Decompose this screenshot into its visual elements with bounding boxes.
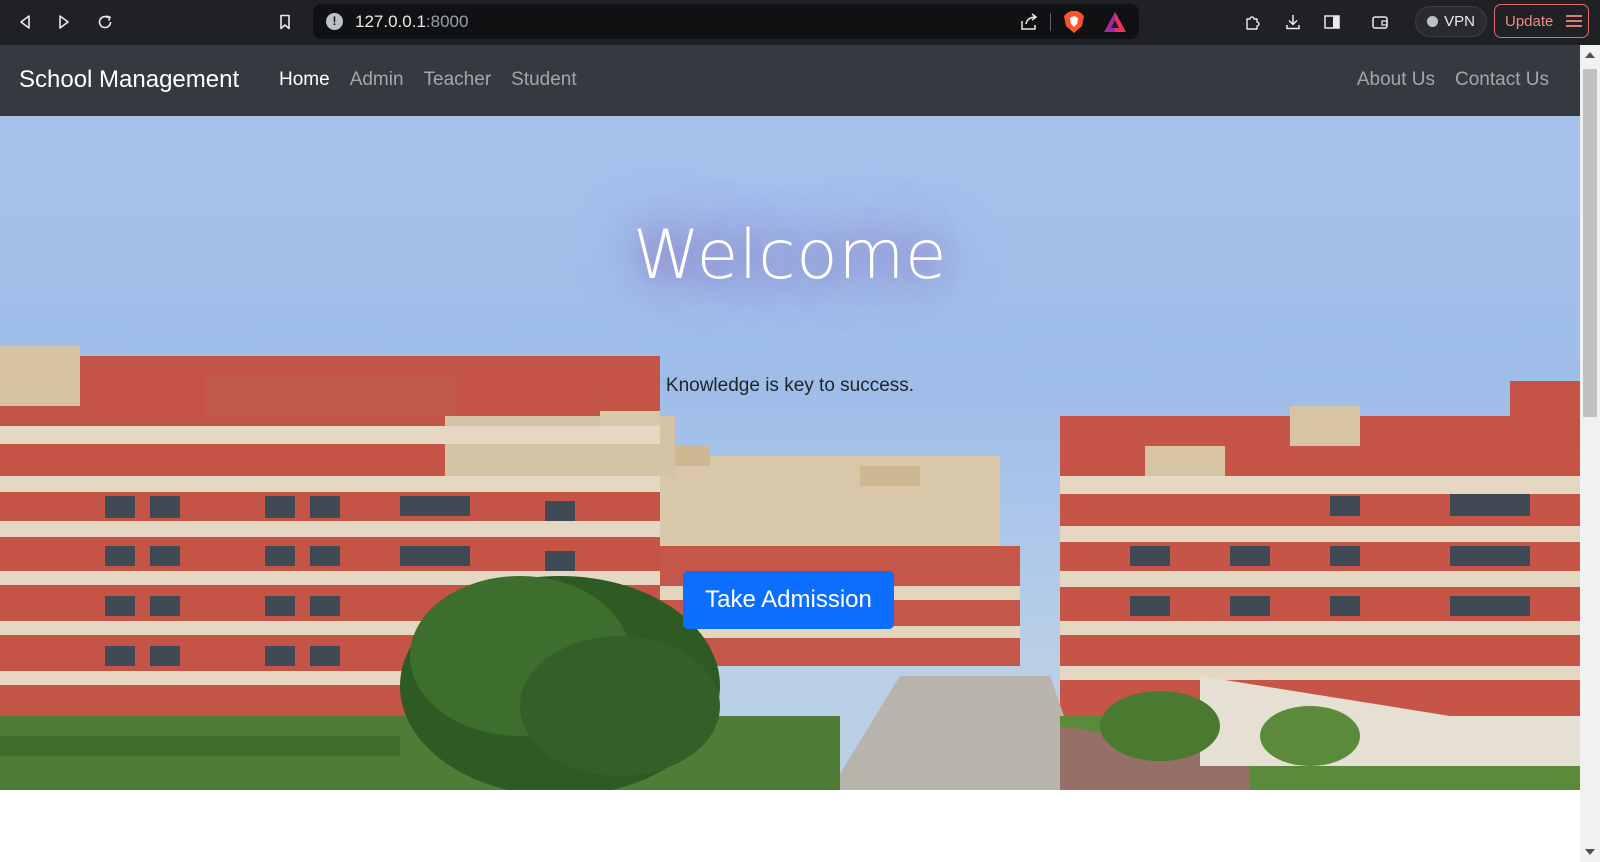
brave-rewards-icon[interactable] [1103, 11, 1127, 38]
nav-link-about-us[interactable]: About Us [1357, 69, 1435, 91]
take-admission-button[interactable]: Take Admission [683, 571, 894, 629]
site-navbar: School Management Home Admin Teacher Stu… [0, 45, 1580, 116]
downloads-icon[interactable] [1280, 9, 1306, 35]
url-text: 127.0.0.1:8000 [355, 12, 469, 31]
browser-toolbar: ! 127.0.0.1:8000 VPN Update [0, 0, 1600, 45]
nav-link-teacher[interactable]: Teacher [424, 69, 492, 91]
nav-link-admin[interactable]: Admin [350, 69, 404, 91]
hero-title: Welcome [632, 216, 948, 295]
scrollbar-thumb[interactable] [1583, 69, 1597, 417]
scroll-up-arrow-icon[interactable] [1585, 52, 1595, 58]
share-icon[interactable] [1019, 12, 1039, 37]
nav-link-contact-us[interactable]: Contact Us [1455, 69, 1549, 91]
navbar-brand[interactable]: School Management [19, 66, 239, 94]
vpn-label: VPN [1444, 13, 1475, 30]
hero-tagline: Knowledge is key to success. [665, 375, 915, 396]
brave-shields-icon[interactable] [1063, 10, 1085, 39]
scroll-down-arrow-icon[interactable] [1585, 849, 1595, 855]
vpn-status-icon [1427, 16, 1439, 27]
nav-link-student[interactable]: Student [511, 69, 577, 91]
site-info-icon[interactable]: ! [326, 13, 343, 30]
divider [1050, 13, 1051, 31]
bookmark-icon[interactable] [272, 9, 298, 35]
menu-icon [1566, 15, 1583, 27]
extensions-icon[interactable] [1240, 9, 1266, 35]
update-button[interactable]: Update [1494, 4, 1589, 38]
page-scrollbar[interactable] [1580, 45, 1600, 862]
vpn-button[interactable]: VPN [1415, 6, 1487, 37]
reload-icon[interactable] [92, 9, 118, 35]
back-icon[interactable] [12, 9, 38, 35]
nav-links-right: About Us Contact Us [1357, 69, 1549, 91]
nav-links-left: Home Admin Teacher Student [279, 69, 577, 91]
forward-icon[interactable] [51, 9, 77, 35]
wallet-icon[interactable] [1367, 9, 1393, 35]
sidebar-icon[interactable] [1319, 9, 1345, 35]
nav-link-home[interactable]: Home [279, 69, 330, 91]
address-bar[interactable]: ! 127.0.0.1:8000 [313, 4, 1139, 39]
hero-banner: Welcome Knowledge is key to success. Tak… [0, 116, 1580, 790]
update-label: Update [1505, 12, 1554, 30]
